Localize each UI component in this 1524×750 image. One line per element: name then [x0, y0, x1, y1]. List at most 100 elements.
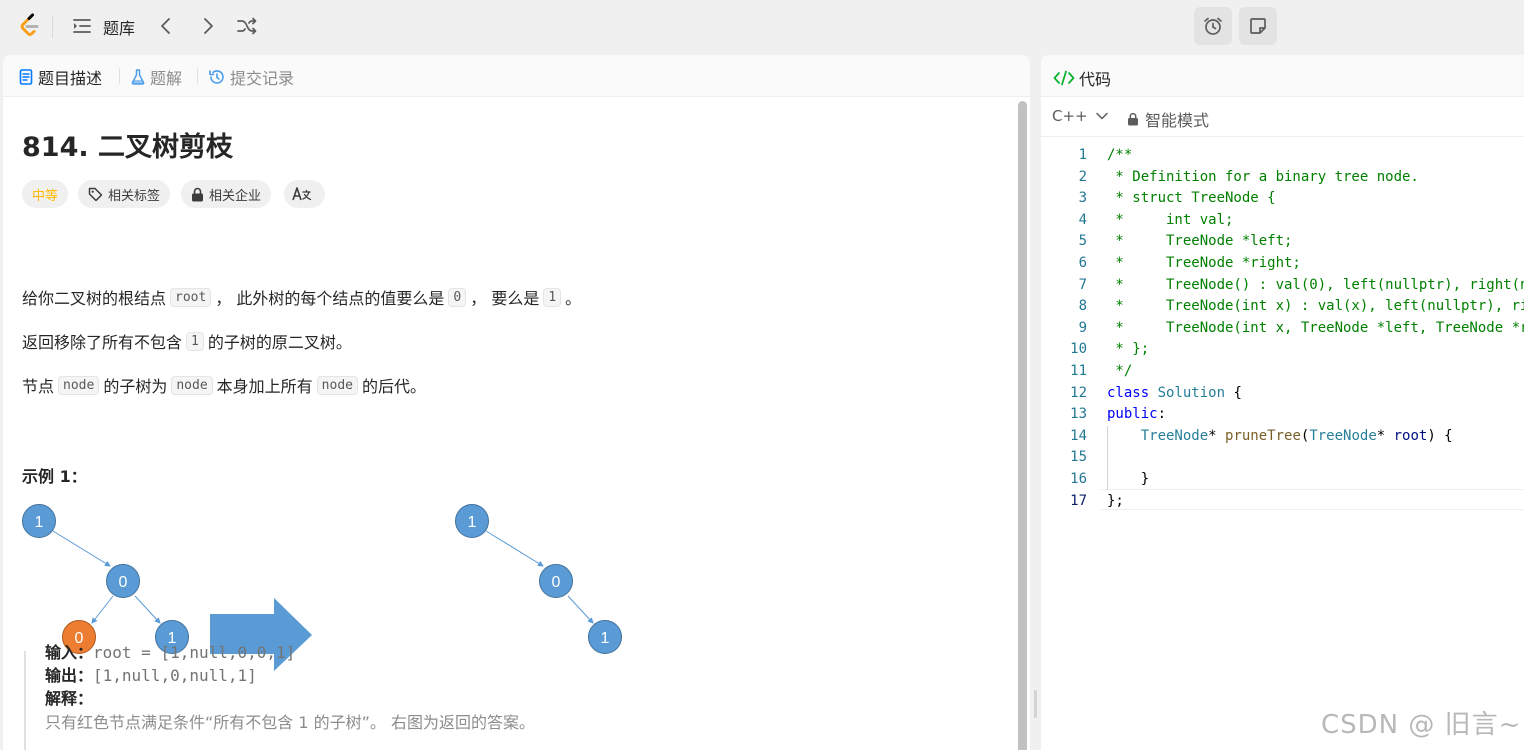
line-number: 14 — [1070, 427, 1087, 444]
class-name: Solution — [1157, 384, 1226, 401]
chevron-down-icon — [1095, 112, 1108, 120]
line-number: 13 — [1070, 406, 1087, 423]
explain-text: 只有红色节点满足条件“所有不包含 1 的子树”。 右图为返回的答案。 — [45, 713, 536, 732]
tab-description[interactable]: 题目描述 — [19, 66, 102, 88]
result-node-root: 1 — [455, 504, 489, 538]
tab-submissions[interactable]: 提交记录 — [208, 66, 294, 88]
parameter-name: root — [1393, 427, 1428, 444]
translate-icon — [292, 187, 312, 201]
code-token: : — [1157, 406, 1167, 423]
example-1-title: 示例 1： — [22, 467, 87, 486]
panel-resizer[interactable] — [1030, 55, 1041, 750]
code-token: * — [1376, 427, 1394, 444]
line-number: 7 — [1078, 276, 1087, 293]
scrollbar-thumb[interactable] — [1018, 101, 1027, 750]
language-select[interactable]: C++ — [1052, 107, 1108, 125]
problem-title[interactable]: 814. 二叉树剪枝 — [22, 125, 233, 164]
line-number: 16 — [1070, 471, 1087, 487]
tab-code-label: 代码 — [1079, 70, 1112, 89]
inline-code: node — [316, 375, 358, 395]
svg-text:0: 0 — [552, 574, 561, 591]
code-line: * Definition for a binary tree node. — [1107, 168, 1419, 185]
code-toolbar: C++ 智能模式 — [1041, 97, 1524, 137]
line-number: 15 — [1070, 449, 1087, 466]
line-number: 4 — [1078, 211, 1087, 228]
smart-mode-label: 智能模式 — [1145, 111, 1210, 130]
desc-text: ， 此外树的每个结点的值要么是 — [215, 289, 445, 308]
inline-code: root — [170, 287, 212, 307]
note-icon — [1250, 18, 1266, 34]
tree-node-root: 1 — [22, 504, 56, 538]
related-companies-button[interactable]: 相关企业 — [181, 180, 272, 208]
related-tags-button[interactable]: 相关标签 — [78, 180, 171, 208]
svg-text:1: 1 — [601, 630, 610, 647]
output-value: [1,null,0,null,1] — [93, 666, 257, 685]
timer-button[interactable] — [1194, 7, 1232, 45]
leetcode-logo-icon[interactable] — [18, 13, 42, 39]
problem-bank-label[interactable]: 题库 — [103, 15, 135, 39]
output-label: 输出： — [45, 666, 94, 685]
description-paragraph-1: 给你二叉树的根结点 root ， 此外树的每个结点的值要么是 0 ， 要么是 1… — [22, 285, 581, 309]
tab-description-label: 题目描述 — [38, 69, 103, 88]
code-line: * int val; — [1107, 211, 1234, 228]
tab-submissions-label: 提交记录 — [230, 69, 295, 88]
notes-button[interactable] — [1239, 7, 1277, 45]
code-tabbar: 代码 — [1041, 55, 1524, 97]
keyword: class — [1107, 384, 1150, 401]
example-explanation-label: 解释： — [45, 685, 93, 709]
code-token: * — [1208, 427, 1226, 444]
inline-code: node — [58, 375, 100, 395]
code-line: /** — [1107, 147, 1133, 163]
problem-scrollbar[interactable] — [1016, 97, 1028, 750]
difficulty-badge: 中等 — [22, 180, 69, 208]
code-line: }; — [1107, 492, 1124, 509]
tab-code[interactable]: 代码 — [1053, 66, 1111, 90]
desc-text: ， 要么是 — [470, 289, 540, 308]
code-line: * TreeNode(int x) : val(x), left(nullptr… — [1115, 298, 1524, 315]
line-number: 1 — [1078, 147, 1087, 163]
csdn-watermark: CSDN @ 旧言~ — [1321, 710, 1522, 740]
explain-label: 解释： — [45, 689, 94, 708]
code-line: * struct TreeNode { — [1107, 190, 1276, 207]
input-label: 输入： — [45, 643, 94, 662]
code-line: public: — [1107, 404, 1166, 426]
code-editor[interactable]: 1 2 3 4 5 6 7 8 9 10 11 12 13 14 15 16 1… — [1041, 145, 1524, 525]
tree-edge — [52, 530, 111, 567]
desc-text: 给你二叉树的根结点 — [22, 289, 167, 308]
history-icon — [209, 70, 224, 84]
example-output: 输出：[1,null,0,null,1] — [45, 662, 257, 686]
line-number: 6 — [1078, 255, 1087, 271]
resizer-grip[interactable] — [1034, 690, 1037, 718]
shuffle-icon[interactable] — [235, 14, 259, 38]
tab-solutions-label: 题解 — [150, 69, 183, 88]
document-icon — [19, 69, 33, 85]
tab-solutions[interactable]: 题解 — [131, 66, 182, 88]
next-problem-icon[interactable] — [196, 14, 220, 38]
type-name: TreeNode — [1140, 427, 1209, 444]
problem-tabbar: 题目描述 题解 提交记录 — [3, 55, 1030, 97]
flask-icon — [131, 69, 145, 85]
code-line: } — [1107, 471, 1150, 487]
related-tags-label: 相关标签 — [108, 188, 161, 204]
svg-text:1: 1 — [35, 514, 44, 531]
desc-text: 节点 — [22, 377, 55, 396]
line-number: 5 — [1078, 233, 1087, 250]
line-number: 12 — [1070, 384, 1087, 401]
tree-node-mid: 0 — [106, 564, 140, 598]
problem-list-icon[interactable] — [70, 14, 94, 38]
tag-icon — [88, 187, 103, 201]
input-value: root = [1,null,0,0,1] — [93, 643, 296, 662]
result-node-leaf: 1 — [588, 620, 622, 654]
svg-text:1: 1 — [468, 514, 477, 531]
function-name: pruneTree — [1225, 427, 1301, 444]
translate-button[interactable] — [284, 180, 325, 208]
desc-text: 返回移除了所有不包含 — [22, 333, 183, 352]
smart-mode-toggle[interactable]: 智能模式 — [1127, 107, 1209, 131]
lock-icon — [1128, 112, 1138, 126]
code-line: class Solution { — [1107, 383, 1242, 405]
prev-problem-icon[interactable] — [154, 14, 178, 38]
inline-code: node — [171, 375, 213, 395]
type-name: TreeNode — [1309, 427, 1377, 444]
example-input: 输入：root = [1,null,0,0,1] — [45, 639, 295, 663]
